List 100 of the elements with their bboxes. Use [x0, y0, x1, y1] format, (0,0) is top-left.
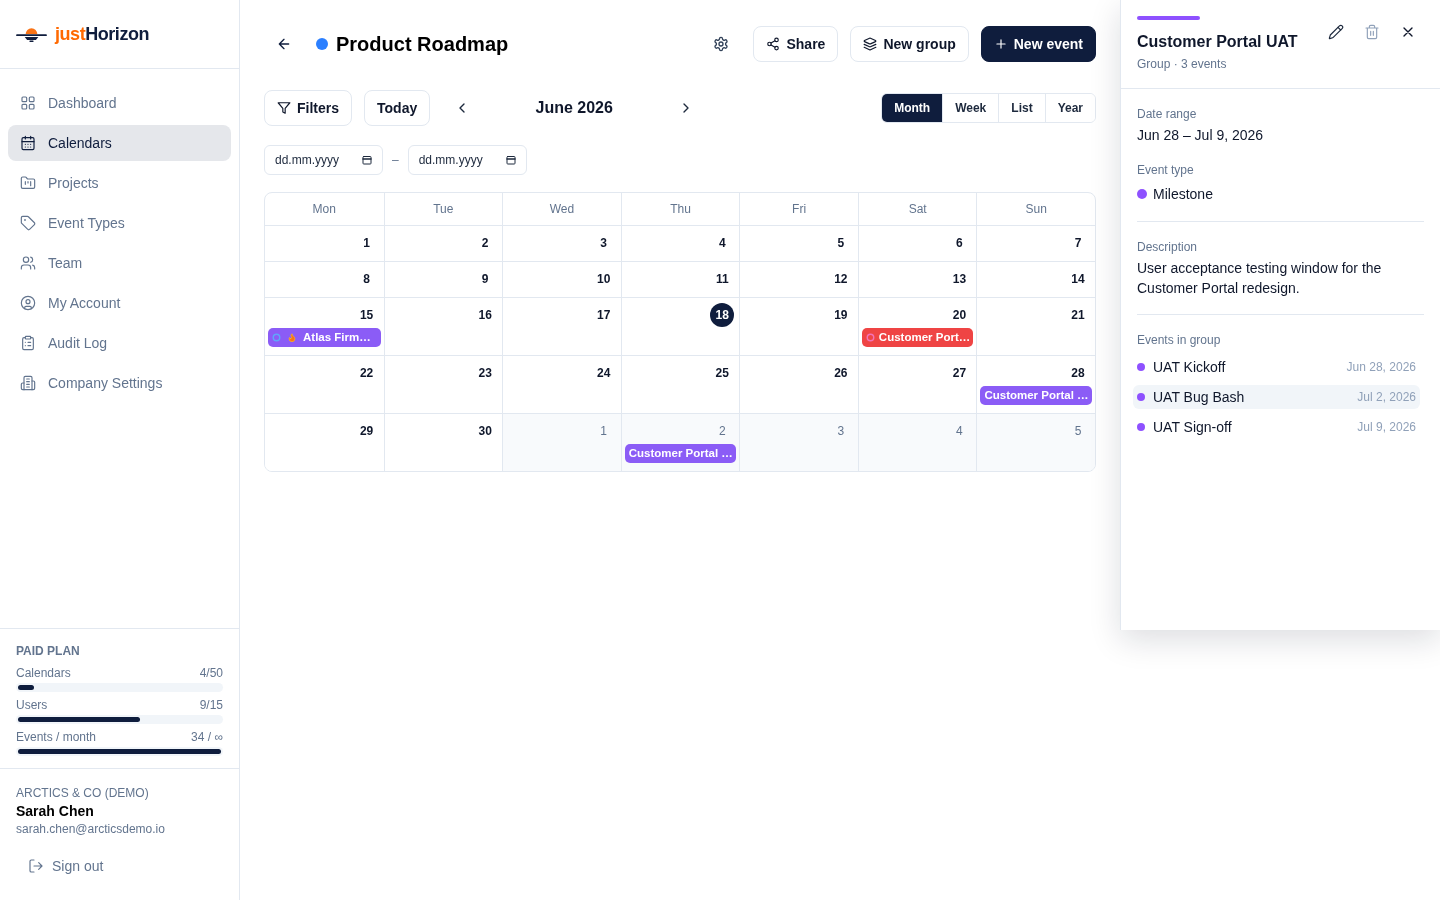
accent-bar	[1137, 16, 1200, 20]
day-number: 23	[477, 365, 493, 382]
day-number: 2	[480, 235, 490, 252]
toolbar-button[interactable]: Share	[753, 26, 839, 62]
meter-label: Events / month	[16, 729, 97, 745]
field-label: Description	[1137, 239, 1199, 255]
weekday-header: Wed	[502, 193, 621, 225]
nav-item[interactable]: My Account	[8, 285, 231, 321]
panel-subtitle: Group · 3 events	[1137, 56, 1228, 72]
day-number: 12	[833, 271, 849, 288]
day-number: 5	[1073, 423, 1083, 440]
nav-item[interactable]: Dashboard	[8, 85, 231, 121]
day-number: 1	[362, 235, 371, 252]
day-number: 4	[717, 235, 727, 252]
weekday-header: Mon	[311, 201, 337, 218]
layers-icon	[863, 37, 878, 51]
users-icon	[20, 255, 36, 271]
day-number: 28	[1070, 365, 1086, 382]
user-circle-icon	[20, 295, 36, 311]
day-number: 14	[1070, 271, 1086, 288]
event-chip[interactable]: Customer Portal …	[980, 386, 1092, 405]
nav-item[interactable]: Company Settings	[8, 365, 231, 401]
day-number: 22	[358, 365, 375, 382]
nav-item[interactable]: Event Types	[8, 205, 231, 241]
calendar-icon	[20, 135, 36, 151]
period-title: June 2026	[534, 98, 614, 118]
day-number: 15	[358, 307, 375, 324]
grid-icon	[20, 95, 36, 111]
date-field[interactable]: dd.mm.yyyy	[407, 145, 527, 175]
day-number: 8	[362, 271, 371, 288]
event-name: UAT Sign-off	[1153, 418, 1232, 437]
filters-button[interactable]: Filters	[264, 90, 352, 126]
event-name: UAT Bug Bash	[1153, 388, 1245, 407]
clipboard-icon	[20, 335, 36, 351]
arrow-left-icon	[276, 36, 292, 52]
exit-arrow-icon	[28, 858, 44, 874]
weekday-header: Tue	[383, 193, 503, 225]
field-label: Date range	[1137, 106, 1198, 122]
meter-reading: 4/50	[199, 665, 223, 681]
day-number: 13	[951, 271, 968, 288]
folder-icon	[20, 175, 36, 191]
filter-icon	[277, 101, 291, 115]
day-number: 3	[599, 235, 609, 252]
nav-item[interactable]: Projects	[8, 165, 231, 201]
building-icon	[20, 375, 36, 391]
view-tab[interactable]: Month	[882, 94, 943, 122]
calendar-icon	[361, 154, 373, 166]
pencil-icon	[1328, 24, 1344, 40]
settings-icon	[713, 36, 730, 52]
share-icon	[766, 37, 781, 51]
weekday-header: Sat	[857, 193, 977, 225]
nav-item[interactable]: Team	[8, 245, 231, 281]
day-number: 18	[710, 303, 735, 327]
day-number: 4	[955, 423, 964, 440]
organization-name: ARCTICS & CO (DEMO)	[16, 785, 150, 801]
group-event-row[interactable]: UAT Bug Bash Jul 2, 2026	[1133, 385, 1420, 409]
day-number: 11	[714, 271, 730, 288]
day-number: 10	[596, 271, 612, 288]
day-number: 6	[955, 235, 964, 252]
view-tab[interactable]: Year	[1044, 94, 1095, 122]
day-number: 19	[833, 307, 849, 324]
field-label: Events in group	[1137, 332, 1222, 348]
description-text: User acceptance testing window for the Customer Portal redesign.	[1137, 259, 1383, 298]
primary-button[interactable]: New event	[980, 26, 1096, 62]
day-number: 27	[951, 365, 968, 382]
plus-icon	[993, 37, 1008, 51]
day-number: 21	[1070, 307, 1086, 324]
panel-title: Customer Portal UAT	[1137, 32, 1299, 52]
today-button[interactable]: Today	[364, 90, 431, 126]
day-number: 24	[596, 365, 612, 382]
nav-item[interactable]: Audit Log	[8, 325, 231, 361]
day-number: 26	[833, 365, 849, 382]
sign-out-button[interactable]: Sign out	[16, 848, 116, 884]
day-number: 20	[951, 307, 968, 324]
day-number: 1	[599, 423, 609, 440]
weekday-header: Sun	[976, 193, 1095, 225]
toolbar-button[interactable]: New group	[850, 26, 969, 62]
event-date: Jul 9, 2026	[1357, 419, 1416, 435]
day-number: 3	[836, 423, 846, 440]
event-chip[interactable]: Customer Port…	[861, 328, 974, 347]
user-name: Sarah Chen	[16, 802, 95, 821]
field-label: Event type	[1137, 162, 1195, 178]
day-number: 29	[358, 423, 375, 440]
meter-reading: 34 / ∞	[191, 729, 223, 745]
logo-text: justHorizon	[55, 25, 150, 43]
day-number: 7	[1073, 235, 1083, 252]
day-number: 16	[477, 307, 493, 324]
field-value: Milestone	[1153, 185, 1213, 204]
event-chip[interactable]: Atlas Firm…	[268, 328, 381, 347]
user-email: sarah.chen@arcticsdemo.io	[16, 821, 166, 837]
calendar-icon	[504, 154, 517, 166]
event-chip[interactable]: Customer Portal …	[624, 444, 737, 463]
page-title: Product Roadmap	[336, 32, 509, 57]
range-separator: –	[391, 152, 400, 169]
nav-item[interactable]: Calendars	[8, 125, 231, 161]
meter-label: Users	[16, 697, 48, 713]
day-number: 2	[717, 423, 727, 440]
date-field[interactable]: dd.mm.yyyy	[264, 145, 383, 175]
trash-icon	[1364, 24, 1380, 40]
weekday-header: Thu	[620, 193, 740, 225]
